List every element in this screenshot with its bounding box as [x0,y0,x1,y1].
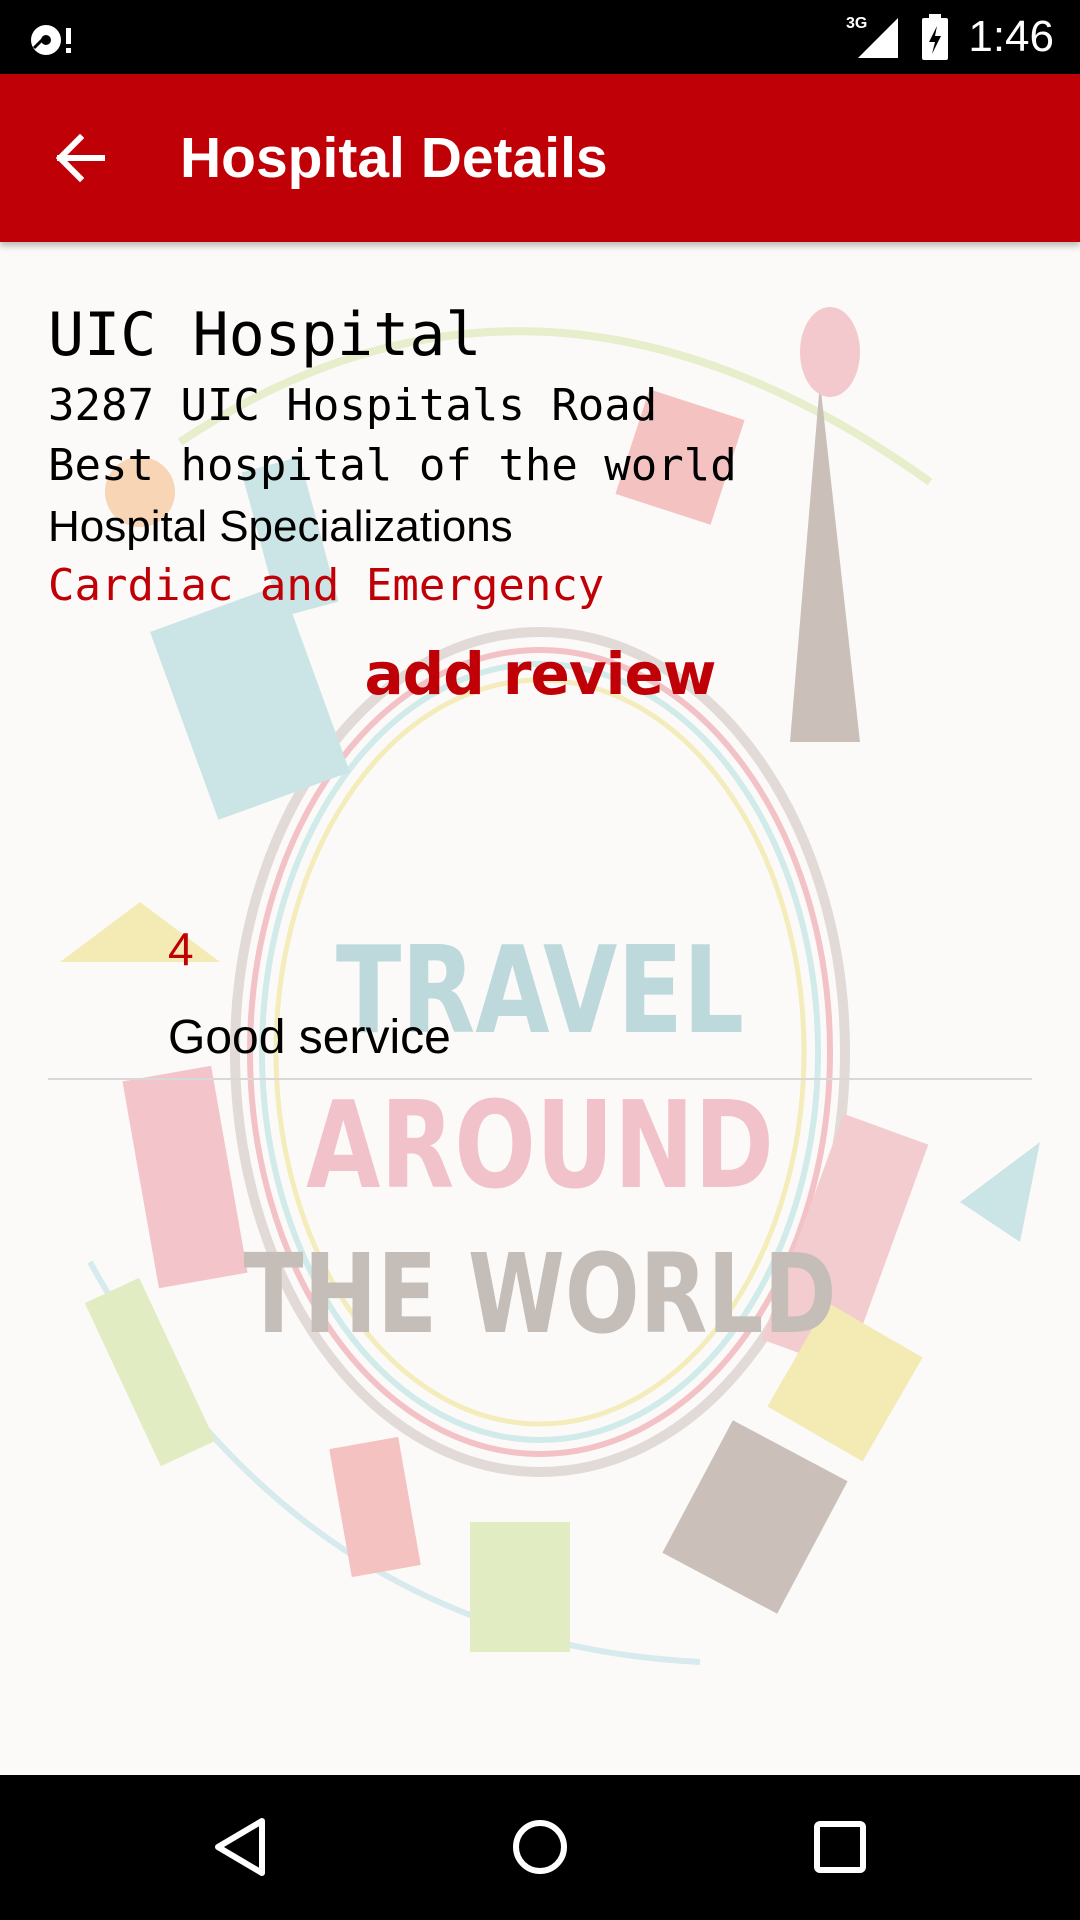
back-triangle-icon [215,1818,265,1876]
review-list-item[interactable]: 4 Good service [48,882,1032,1080]
network-type-label: 3G [846,15,867,32]
debug-notification-icon [31,25,71,55]
nav-home-button[interactable] [490,1797,590,1897]
specializations-label: Hospital Specializations [48,502,513,551]
nav-back-button[interactable] [190,1797,290,1897]
nav-recents-button[interactable] [790,1797,890,1897]
page-title: Hospital Details [180,126,608,190]
add-review-button[interactable]: add review [48,640,1032,708]
specializations-value: Cardiac and Emergency [48,560,605,611]
signal-icon: 3G [846,15,899,58]
review-rating: 4 [168,923,194,975]
arrow-back-icon [55,133,105,183]
screen: 3G 1:46 Hospital Details TRAVEL AROUND T… [0,0,1080,1920]
status-icons: 3G 1:46 [846,0,1054,74]
status-time: 1:46 [968,12,1054,61]
hospital-name: UIC Hospital [48,300,482,370]
recents-square-icon [814,1821,866,1873]
hospital-description: Best hospital of the world [48,440,737,491]
back-button[interactable] [40,118,120,198]
app-bar: Hospital Details [0,74,1080,242]
navigation-bar [0,1775,1080,1920]
svg-text:AROUND: AROUND [306,1075,774,1215]
svg-text:THE WORLD: THE WORLD [243,1232,836,1359]
battery-charging-icon [922,14,949,60]
review-comment: Good service [168,1011,451,1064]
home-circle-icon [513,1820,567,1874]
status-bar: 3G 1:46 [0,0,1080,74]
hospital-address: 3287 UIC Hospitals Road [48,380,658,431]
